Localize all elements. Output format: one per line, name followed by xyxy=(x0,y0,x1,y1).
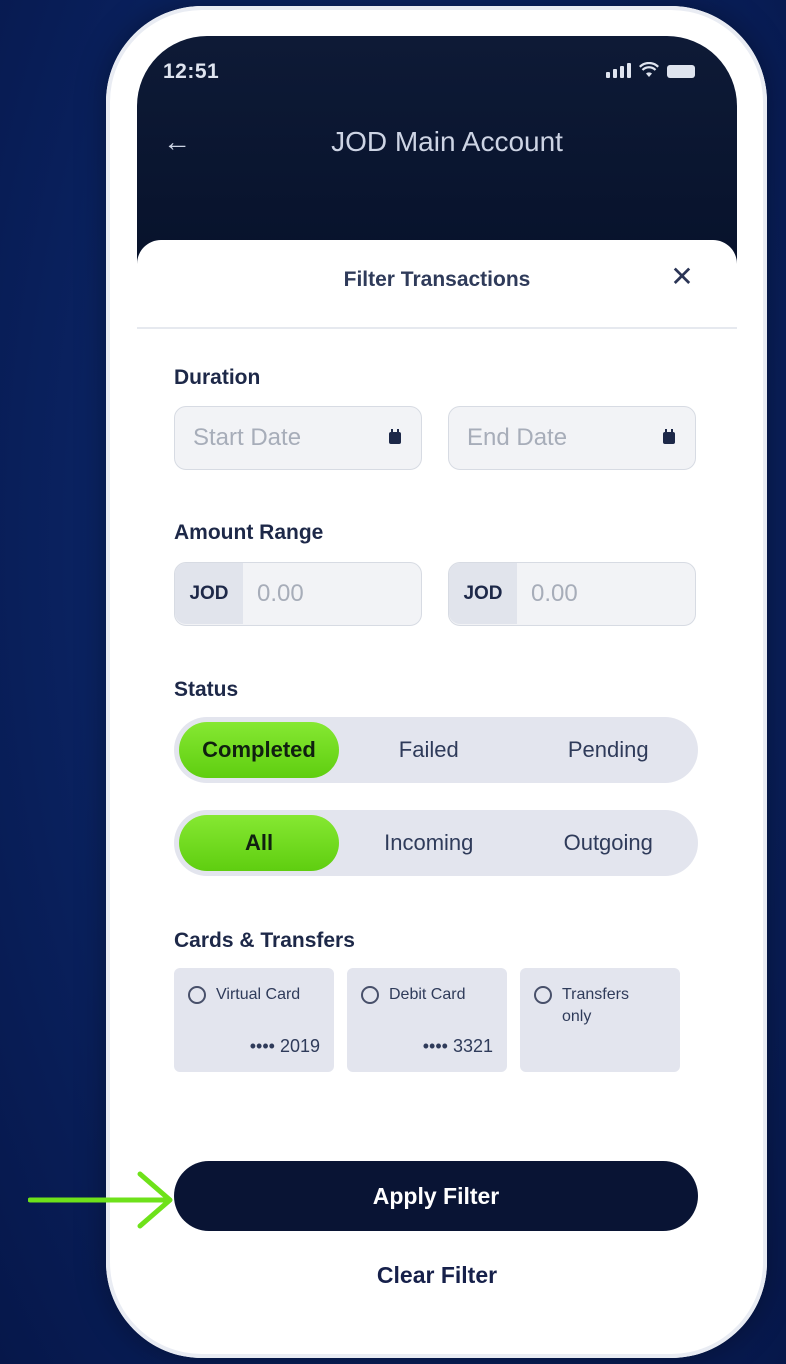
min-amount-field[interactable]: JOD 0.00 xyxy=(174,562,422,626)
end-date-placeholder: End Date xyxy=(467,424,568,451)
card-option-transfers[interactable]: Transfers only xyxy=(520,968,680,1072)
direction-option-incoming[interactable]: Incoming xyxy=(339,810,519,876)
account-title: JOD Main Account xyxy=(331,126,563,157)
card-name: Debit Card xyxy=(389,986,466,1003)
card-name: Virtual Card xyxy=(216,986,301,1003)
status-option-completed[interactable]: Completed xyxy=(179,722,339,778)
phone-screen: 12:51 ← JOD Main Account Filter Transact… xyxy=(137,36,737,1330)
cards-transfers-label: Cards & Transfers xyxy=(174,929,355,952)
currency-label: JOD xyxy=(449,563,517,624)
filter-sheet: Filter Transactions ✕ Duration Start Dat… xyxy=(137,240,737,1330)
radio-icon[interactable] xyxy=(361,986,379,1004)
status-icons xyxy=(606,62,695,78)
status-label: Status xyxy=(174,678,239,701)
radio-icon[interactable] xyxy=(188,986,206,1004)
close-icon[interactable]: ✕ xyxy=(667,262,697,292)
currency-label: JOD xyxy=(175,563,243,624)
direction-toggle: All Incoming Outgoing xyxy=(174,810,698,876)
duration-label: Duration xyxy=(174,366,261,389)
direction-option-all[interactable]: All xyxy=(179,815,339,871)
max-amount-placeholder: 0.00 xyxy=(531,580,578,607)
card-number: •••• 3321 xyxy=(422,1036,493,1056)
status-state-toggle: Completed Failed Pending xyxy=(174,717,698,783)
pointer-arrow-icon xyxy=(28,1171,173,1229)
calendar-icon xyxy=(389,429,401,444)
calendar-icon xyxy=(663,429,675,444)
divider xyxy=(137,327,737,329)
status-time: 12:51 xyxy=(163,60,220,83)
signal-icon xyxy=(606,63,631,78)
wifi-icon xyxy=(639,62,659,77)
clear-filter-button[interactable]: Clear Filter xyxy=(137,1262,737,1289)
end-date-field[interactable]: End Date xyxy=(448,406,696,470)
card-option-debit[interactable]: Debit Card •••• 3321 xyxy=(347,968,507,1072)
radio-icon[interactable] xyxy=(534,986,552,1004)
card-number: •••• 2019 xyxy=(249,1036,320,1056)
battery-icon xyxy=(667,65,695,78)
status-option-pending[interactable]: Pending xyxy=(519,717,699,783)
start-date-placeholder: Start Date xyxy=(193,424,302,451)
start-date-field[interactable]: Start Date xyxy=(174,406,422,470)
amount-range-label: Amount Range xyxy=(174,521,324,544)
status-option-failed[interactable]: Failed xyxy=(339,717,519,783)
card-option-virtual[interactable]: Virtual Card •••• 2019 xyxy=(174,968,334,1072)
sheet-title: Filter Transactions xyxy=(343,268,531,291)
min-amount-placeholder: 0.00 xyxy=(257,580,304,607)
max-amount-field[interactable]: JOD 0.00 xyxy=(448,562,696,626)
card-name: Transfers only xyxy=(562,986,629,1025)
direction-option-outgoing[interactable]: Outgoing xyxy=(519,810,699,876)
apply-filter-button[interactable]: Apply Filter xyxy=(174,1161,698,1231)
